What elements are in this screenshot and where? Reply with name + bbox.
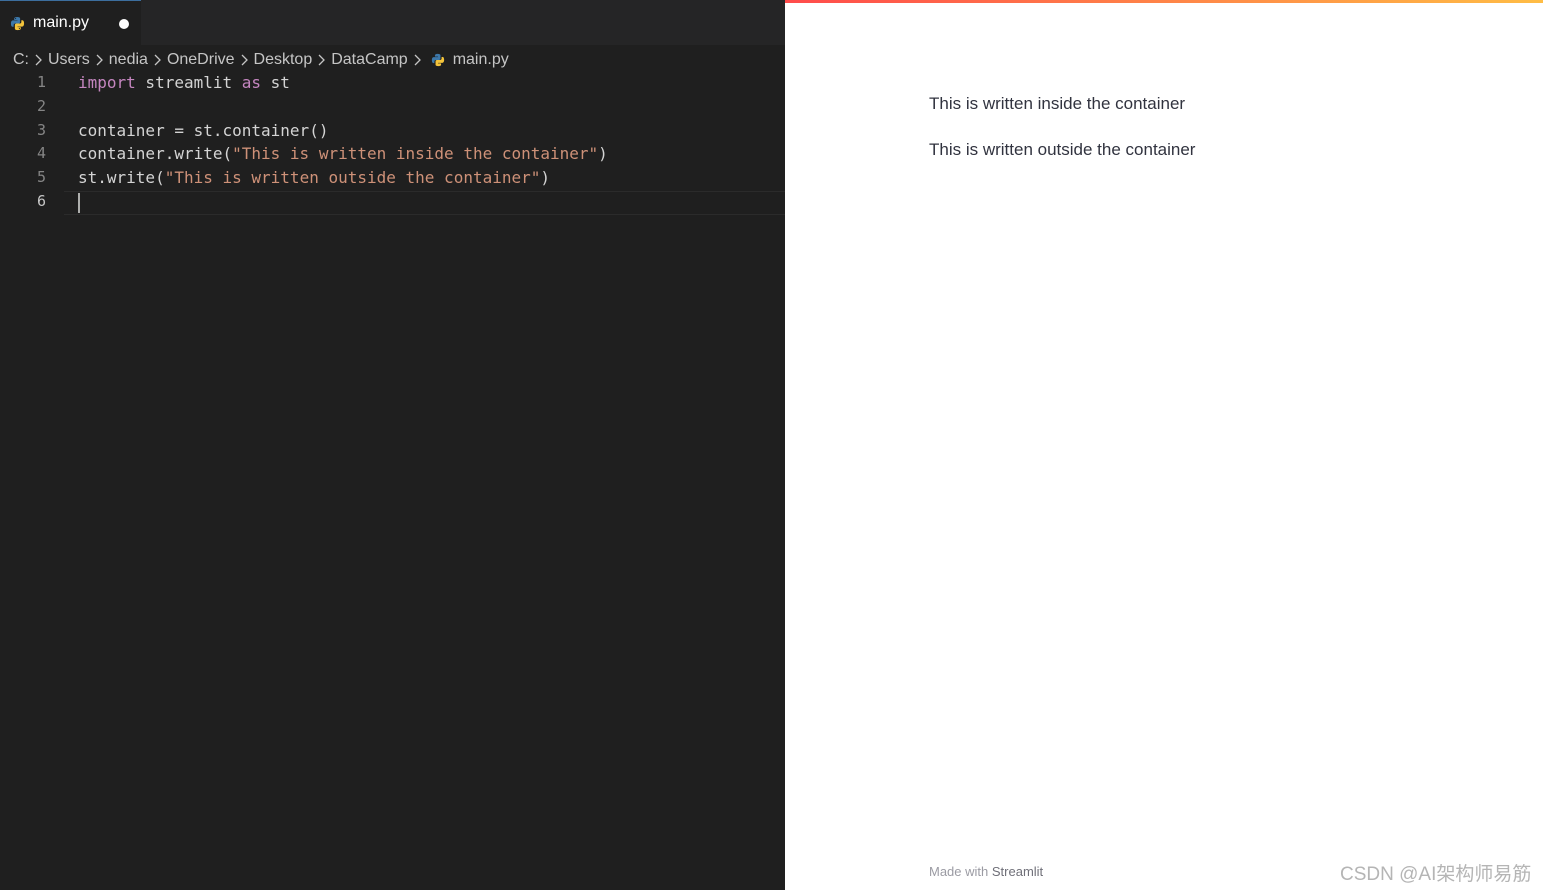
keyword-as: as xyxy=(241,73,262,92)
breadcrumb: C: Users nedia OneDrive Desktop DataCamp… xyxy=(13,48,509,72)
chevron-right-icon xyxy=(315,53,328,67)
code-line-text: container.write("This is written inside … xyxy=(78,142,608,166)
tab-bar: main.py xyxy=(0,0,785,45)
unsaved-dot-icon[interactable] xyxy=(119,19,129,29)
container-text: This is written inside the container xyxy=(929,94,1186,113)
code-line: 4 container.write("This is written insid… xyxy=(0,142,785,166)
code-token: ) xyxy=(540,168,551,188)
header-decoration xyxy=(785,0,1543,3)
breadcrumb-file[interactable]: main.py xyxy=(427,51,509,69)
chevron-right-icon xyxy=(151,53,164,67)
breadcrumb-nedia[interactable]: nedia xyxy=(109,51,148,69)
outside-text: This is written outside the container xyxy=(929,140,1196,159)
breadcrumb-datacamp[interactable]: DataCamp xyxy=(331,51,407,69)
line-number: 6 xyxy=(36,191,46,210)
tab-main-py[interactable]: main.py xyxy=(0,0,141,45)
tab-title: main.py xyxy=(33,14,90,31)
streamlit-link[interactable]: Streamlit xyxy=(992,864,1043,879)
breadcrumb-drive[interactable]: C: xyxy=(13,51,29,69)
code-token: st xyxy=(261,73,290,92)
code-token: st.write( xyxy=(78,168,165,188)
chevron-right-icon xyxy=(93,53,106,67)
python-file-icon xyxy=(10,16,25,31)
code-token: streamlit xyxy=(135,73,242,92)
code-editor: main.py C: Users nedia OneDrive Desktop … xyxy=(0,0,785,890)
string-literal: "This is written inside the container" xyxy=(232,144,599,164)
line-number: 4 xyxy=(36,144,46,163)
code-token: container.write( xyxy=(78,144,233,164)
line-number: 3 xyxy=(36,120,46,139)
text-cursor xyxy=(78,193,80,213)
code-line-text: container = st.container() xyxy=(78,120,329,140)
code-area[interactable]: 1 import streamlit as st 2 3 container =… xyxy=(0,71,785,214)
watermark: CSDN @AI架构师易筋 xyxy=(1340,864,1532,885)
chevron-right-icon xyxy=(32,53,45,67)
line-number: 2 xyxy=(36,96,46,115)
line-number: 1 xyxy=(36,73,46,91)
chevron-right-icon xyxy=(411,53,424,67)
code-line: 5 st.write("This is written outside the … xyxy=(0,166,785,190)
line-number: 5 xyxy=(36,168,46,187)
chevron-right-icon xyxy=(238,53,251,67)
streamlit-app: This is written inside the container Thi… xyxy=(785,0,1543,890)
breadcrumb-desktop[interactable]: Desktop xyxy=(254,51,313,69)
code-line-text: st.write("This is written outside the co… xyxy=(78,166,550,190)
footer-prefix: Made with xyxy=(929,864,992,879)
breadcrumb-file-label: main.py xyxy=(452,51,509,68)
breadcrumb-users[interactable]: Users xyxy=(48,51,90,69)
footer: Made with Streamlit xyxy=(929,864,1043,879)
code-line: 6 xyxy=(0,190,785,214)
breadcrumb-onedrive[interactable]: OneDrive xyxy=(167,51,235,69)
code-line: 1 import streamlit as st xyxy=(0,71,785,95)
string-literal: "This is written outside the container" xyxy=(164,168,541,188)
python-file-icon xyxy=(431,53,445,67)
code-line-text: import streamlit as st xyxy=(78,71,290,95)
keyword-import: import xyxy=(78,73,136,92)
code-line: 2 xyxy=(0,95,785,119)
code-token: ) xyxy=(598,144,608,164)
code-line: 3 container = st.container() xyxy=(0,119,785,143)
